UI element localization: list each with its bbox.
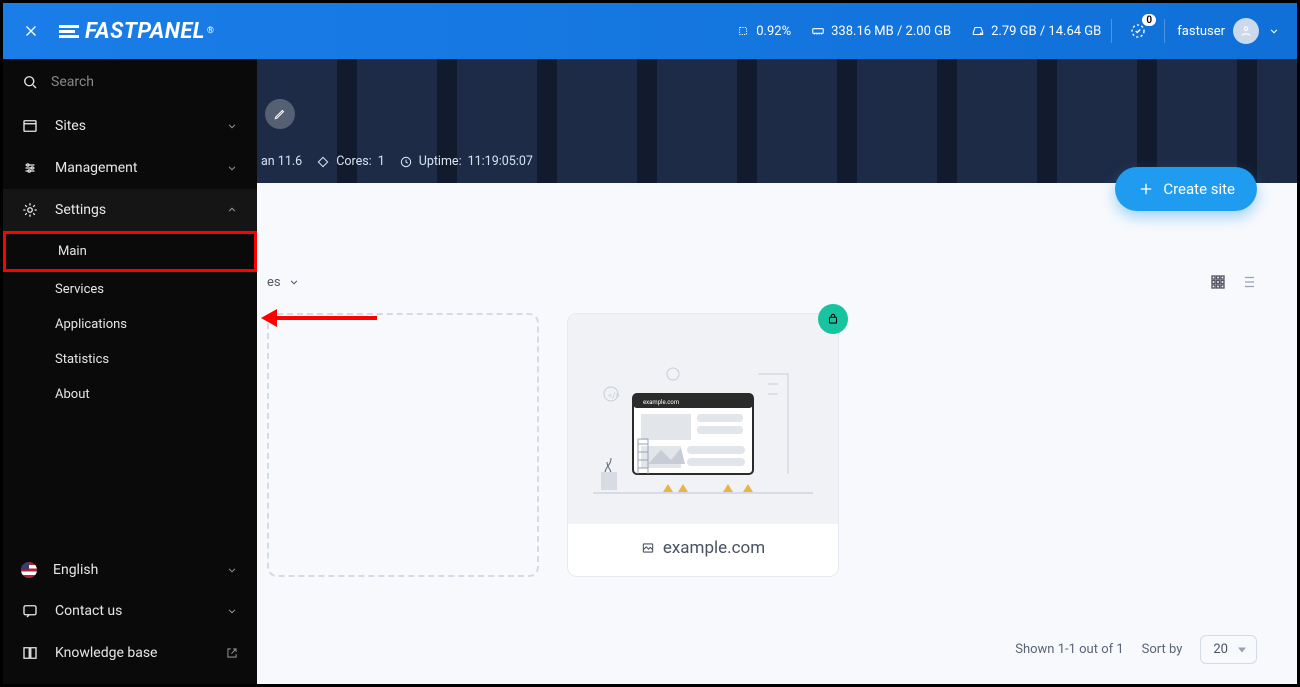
tasks-badge: 0 [1141, 13, 1157, 27]
header-bar: FASTPANEL® 0.92% 338.16 MB / 2.00 GB 2.7… [3, 3, 1297, 59]
search-row [3, 59, 257, 105]
settings-sub-applications[interactable]: Applications [3, 307, 257, 342]
pager: Shown 1-1 out of 1 Sort by 20 [1015, 635, 1257, 664]
search-input[interactable] [51, 74, 239, 90]
contact-label: Contact us [55, 603, 122, 619]
ghost-card [267, 313, 539, 577]
site-card[interactable]: example.com </> [567, 313, 839, 577]
sidebar-item-label: Management [55, 160, 137, 176]
cores-info: Cores: 1 [316, 154, 385, 169]
avatar-icon [1233, 18, 1259, 44]
settings-sub-services[interactable]: Services [3, 272, 257, 307]
svg-text:example.com: example.com [643, 399, 679, 406]
ram-value: 338.16 MB / 2.00 GB [831, 24, 951, 39]
disk-icon [971, 24, 985, 38]
sidebar-item-label: Settings [55, 202, 106, 218]
uptime-info: Uptime: 11:19:05:07 [399, 154, 533, 169]
highlighted-main: Main [3, 231, 257, 272]
content-toolbar: es [267, 273, 1257, 291]
external-link-icon [225, 646, 239, 660]
diamond-icon [316, 155, 330, 169]
grid-view-button[interactable] [1209, 273, 1227, 291]
logo-text: FASTPANEL [85, 19, 205, 44]
site-preview-illustration: example.com </> [593, 334, 813, 504]
server-banner: an 11.6 Cores: 1 Uptime: 11:19:05:07 [257, 59, 1297, 183]
ram-icon [811, 24, 825, 38]
lock-badge [818, 304, 848, 334]
sidebar-item-settings[interactable]: Settings [3, 189, 257, 231]
cpu-stat: 0.92% [726, 3, 801, 59]
cpu-value: 0.92% [756, 24, 791, 39]
logo: FASTPANEL® [59, 19, 214, 44]
settings-sub-statistics[interactable]: Statistics [3, 342, 257, 377]
sites-icon [21, 117, 39, 135]
user-menu[interactable]: fastuser [1177, 18, 1281, 44]
chevron-down-icon [1267, 24, 1281, 38]
language-label: English [53, 562, 98, 578]
site-card-title: example.com [641, 538, 765, 558]
os-info: an 11.6 [261, 154, 302, 169]
gear-icon [21, 201, 39, 219]
bag-icon [826, 312, 840, 326]
chevron-down-icon [225, 604, 239, 618]
chevron-down-icon [225, 119, 239, 133]
sidebar-item-label: Sites [55, 118, 86, 134]
image-icon [641, 541, 655, 555]
sidebar-item-management[interactable]: Management [3, 147, 257, 189]
svg-text:</>: </> [608, 391, 620, 400]
shown-text: Shown 1-1 out of 1 [1015, 642, 1123, 657]
kb-label: Knowledge base [55, 645, 157, 661]
create-site-button[interactable]: Create site [1115, 167, 1257, 211]
language-selector[interactable]: English [3, 550, 257, 590]
disk-value: 2.79 GB / 14.64 GB [991, 24, 1101, 39]
site-thumbnail: example.com </> [568, 314, 838, 524]
sort-label: Sort by [1142, 642, 1183, 657]
sidebar-item-sites[interactable]: Sites [3, 105, 257, 147]
management-icon [21, 159, 39, 177]
per-page-select[interactable]: 20 [1200, 635, 1257, 664]
plus-icon [1137, 180, 1155, 198]
flag-icon [21, 562, 37, 578]
search-icon [21, 73, 39, 91]
create-site-label: Create site [1163, 180, 1235, 198]
main-area: an 11.6 Cores: 1 Uptime: 11:19:05:07 [257, 59, 1297, 684]
chevron-down-icon [225, 563, 239, 577]
close-icon[interactable] [19, 19, 43, 43]
pencil-icon [273, 107, 287, 121]
settings-sub-main[interactable]: Main [6, 234, 254, 269]
settings-sub-about[interactable]: About [3, 377, 257, 412]
contact-us[interactable]: Contact us [3, 590, 257, 632]
ram-stat: 338.16 MB / 2.00 GB [801, 3, 961, 59]
annotation-arrow [261, 309, 377, 327]
logo-bars-icon [59, 25, 79, 38]
cpu-icon [736, 24, 750, 38]
chevron-down-icon [225, 161, 239, 175]
list-view-button[interactable] [1239, 273, 1257, 291]
clock-icon [399, 155, 413, 169]
list-icon [1239, 273, 1257, 291]
visibility-dropdown[interactable]: es [267, 275, 301, 290]
sidebar: Sites Management Settings Main Services … [3, 59, 257, 684]
username: fastuser [1177, 24, 1225, 39]
chevron-up-icon [225, 203, 239, 217]
knowledge-base[interactable]: Knowledge base [3, 632, 257, 674]
chat-icon [21, 602, 39, 620]
tasks-button[interactable]: 0 [1122, 15, 1154, 47]
grid-icon [1209, 273, 1227, 291]
chevron-down-icon [287, 275, 301, 289]
book-icon [21, 644, 39, 662]
edit-banner-button[interactable] [265, 99, 295, 129]
disk-stat: 2.79 GB / 14.64 GB [961, 3, 1111, 59]
